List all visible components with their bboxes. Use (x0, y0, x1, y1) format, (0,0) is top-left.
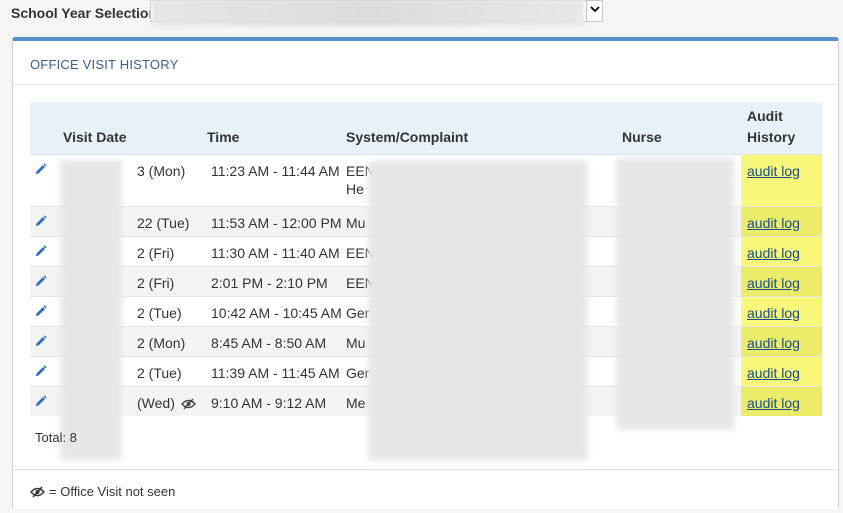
redacted-region (152, 0, 584, 26)
office-visit-panel: OFFICE VISIT HISTORY Visit Date Time Sys… (12, 37, 839, 509)
audit-cell: audit log (741, 295, 822, 326)
time-cell: 11:53 AM - 12:00 PM (207, 205, 346, 236)
audit-log-link[interactable]: audit log (747, 163, 800, 179)
edit-cell (30, 153, 63, 206)
panel-header: OFFICE VISIT HISTORY (13, 41, 838, 85)
header-audit-history[interactable]: Audit History (741, 102, 822, 154)
header-nurse[interactable]: Nurse (622, 102, 741, 154)
audit-cell: audit log (741, 355, 822, 386)
chevron-down-icon[interactable] (586, 1, 602, 21)
complaint-text: Ger (346, 364, 370, 381)
pencil-icon[interactable] (34, 304, 47, 317)
complaint-text: Ger (346, 304, 370, 321)
audit-log-link[interactable]: audit log (747, 365, 800, 381)
school-year-bar: School Year Selection: (0, 0, 843, 30)
edit-cell (30, 355, 63, 386)
complaint-text: Mu (346, 214, 366, 231)
redacted-complaint-region (368, 161, 588, 461)
redacted-nurse-region (616, 158, 734, 430)
pencil-icon[interactable] (34, 244, 47, 257)
header-edit (30, 102, 63, 154)
time-cell: 11:30 AM - 11:40 AM (207, 235, 346, 266)
audit-cell: audit log (741, 325, 822, 356)
pencil-icon[interactable] (34, 214, 47, 227)
audit-log-link[interactable]: audit log (747, 215, 800, 231)
panel-title: OFFICE VISIT HISTORY (30, 57, 179, 72)
audit-cell: audit log (741, 235, 822, 266)
edit-cell (30, 385, 63, 416)
header-system-complaint[interactable]: System/Complaint (346, 102, 622, 154)
audit-cell: audit log (741, 153, 822, 206)
time-cell: 10:42 AM - 10:45 AM (207, 295, 346, 326)
legend: = Office Visit not seen (30, 484, 175, 499)
header-time[interactable]: Time (207, 102, 346, 154)
audit-log-link[interactable]: audit log (747, 245, 800, 261)
audit-cell: audit log (741, 385, 822, 416)
edit-cell (30, 295, 63, 326)
table-header-row: Visit Date Time System/Complaint Nurse A… (30, 102, 822, 154)
pencil-icon[interactable] (34, 364, 47, 377)
pencil-icon[interactable] (34, 274, 47, 287)
audit-log-link[interactable]: audit log (747, 275, 800, 291)
time-cell: 8:45 AM - 8:50 AM (207, 325, 346, 356)
redacted-date-region (60, 160, 122, 460)
eye-slash-icon (30, 486, 45, 498)
total-count: Total: 8 (35, 430, 77, 445)
audit-log-link[interactable]: audit log (747, 395, 800, 411)
legend-text: = Office Visit not seen (49, 484, 176, 499)
time-cell: 11:39 AM - 11:45 AM (207, 355, 346, 386)
time-cell: 11:23 AM - 11:44 AM (207, 153, 346, 206)
edit-cell (30, 265, 63, 296)
eye-slash-icon (181, 396, 196, 410)
edit-cell (30, 325, 63, 356)
audit-cell: audit log (741, 265, 822, 296)
audit-cell: audit log (741, 205, 822, 236)
pencil-icon[interactable] (34, 394, 47, 407)
complaint-text: Me (346, 394, 366, 411)
edit-cell (30, 205, 63, 236)
panel-footer: = Office Visit not seen (13, 469, 838, 509)
edit-cell (30, 235, 63, 266)
time-cell: 9:10 AM - 9:12 AM (207, 385, 346, 416)
header-visit-date[interactable]: Visit Date (63, 102, 207, 154)
time-cell: 2:01 PM - 2:10 PM (207, 265, 346, 296)
audit-log-link[interactable]: audit log (747, 335, 800, 351)
pencil-icon[interactable] (34, 334, 47, 347)
complaint-text-line2: He (346, 180, 364, 197)
complaint-text: Mu (346, 334, 366, 351)
pencil-icon[interactable] (34, 162, 47, 175)
school-year-label: School Year Selection: (11, 5, 162, 21)
audit-log-link[interactable]: audit log (747, 305, 800, 321)
